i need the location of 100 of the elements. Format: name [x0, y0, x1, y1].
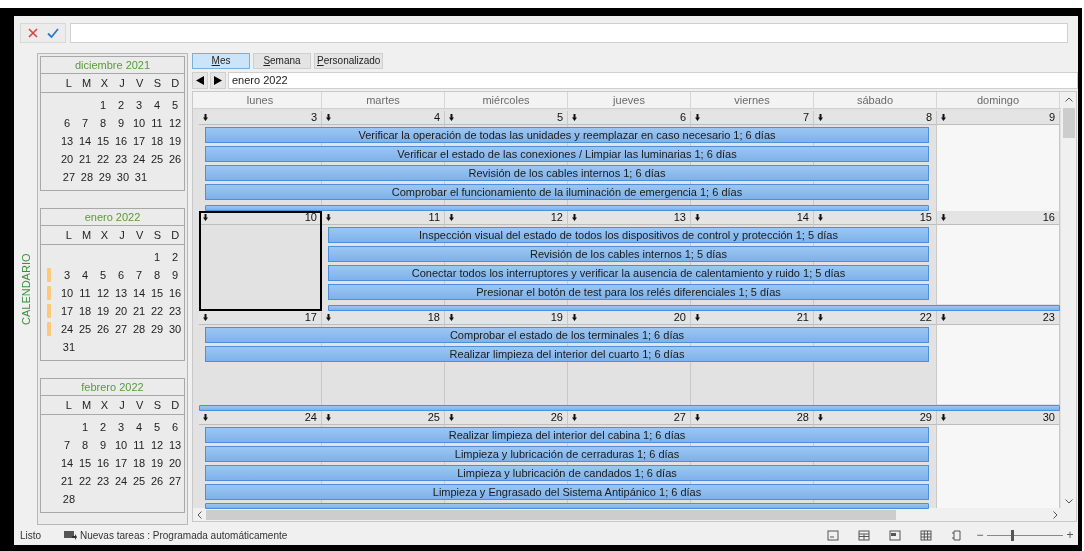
day-number[interactable]: 21 [130, 302, 148, 320]
scrollbar-thumb[interactable] [206, 509, 896, 520]
day-number[interactable]: 13 [166, 436, 184, 454]
day-number[interactable]: 24 [112, 472, 130, 490]
task-bar[interactable]: Presionar el botón de test para los relés diferenciales 1; 5 días [328, 284, 929, 300]
day-number[interactable]: 2 [112, 96, 130, 114]
task-bar[interactable] [205, 205, 929, 211]
day-header[interactable]: 15 [814, 211, 936, 225]
vertical-scrollbar[interactable] [1061, 92, 1076, 508]
task-bar[interactable]: Verificar el estado de las conexiones / Limpiar las luminarias 1; 6 días [205, 146, 929, 162]
day-number[interactable]: 2 [94, 418, 112, 436]
day-number[interactable]: 12 [166, 114, 184, 132]
day-number[interactable]: 4 [76, 266, 94, 284]
day-header[interactable]: 26 [445, 411, 567, 425]
day-number[interactable]: 10 [112, 436, 130, 454]
day-number[interactable]: 18 [130, 454, 148, 472]
day-number[interactable]: 4 [130, 418, 148, 436]
table-icon[interactable] [857, 529, 870, 541]
day-number[interactable]: 19 [166, 132, 184, 150]
zoom-out-button[interactable]: − [976, 529, 984, 541]
day-header[interactable]: 7 [691, 111, 813, 125]
day-number[interactable]: 23 [166, 302, 184, 320]
task-bar[interactable] [205, 503, 929, 509]
day-number[interactable]: 22 [148, 302, 166, 320]
day-number[interactable]: 18 [148, 132, 166, 150]
task-bar[interactable]: Realizar limpieza del interior del cuarto 1; 6 días [205, 346, 929, 362]
task-bar[interactable]: Limpieza y Engrasado del Sistema Antipánico 1; 6 días [205, 484, 929, 500]
day-number[interactable]: 29 [95, 168, 114, 186]
document-icon[interactable] [950, 529, 963, 541]
previous-button[interactable] [192, 71, 208, 89]
day-header[interactable]: 23 [937, 311, 1059, 325]
day-number[interactable]: 9 [112, 114, 130, 132]
task-bar[interactable]: Comprobar el funcionamiento de la iluminación de emergencia 1; 6 días [205, 184, 929, 200]
day-number[interactable]: 19 [148, 454, 166, 472]
day-number[interactable]: 14 [76, 132, 94, 150]
day-number[interactable]: 30 [113, 168, 132, 186]
task-bar[interactable]: Inspección visual del estado de todos los dispositivos de control y protección 1; 5 días [328, 227, 929, 243]
page-icon[interactable] [826, 529, 839, 541]
day-header[interactable]: 13 [568, 211, 690, 225]
day-number[interactable]: 12 [148, 436, 166, 454]
day-number[interactable]: 31 [131, 168, 150, 186]
day-header[interactable]: 14 [691, 211, 813, 225]
day-number[interactable]: 5 [166, 96, 184, 114]
day-header[interactable]: 19 [445, 311, 567, 325]
day-number[interactable]: 11 [130, 436, 148, 454]
day-number[interactable]: 20 [166, 454, 184, 472]
zoom-slider[interactable] [987, 529, 1063, 541]
day-number[interactable]: 15 [148, 284, 166, 302]
day-number[interactable]: 17 [112, 454, 130, 472]
day-number[interactable]: 15 [76, 454, 94, 472]
day-number[interactable]: 8 [94, 114, 112, 132]
day-number[interactable]: 29 [148, 320, 166, 338]
task-bar[interactable]: Comprobar el estado de los terminales 1; 6 días [205, 327, 929, 343]
day-header[interactable]: 27 [568, 411, 690, 425]
day-number[interactable]: 27 [166, 472, 184, 490]
day-number[interactable]: 13 [112, 284, 130, 302]
day-number[interactable]: 13 [58, 132, 76, 150]
task-bar[interactable] [328, 305, 1060, 311]
day-header[interactable]: 5 [445, 111, 567, 125]
day-number[interactable]: 1 [94, 96, 112, 114]
day-number[interactable]: 17 [130, 132, 148, 150]
day-number[interactable]: 1 [76, 418, 94, 436]
next-button[interactable] [210, 71, 226, 89]
task-bar[interactable] [199, 405, 1060, 411]
day-header[interactable]: 28 [691, 411, 813, 425]
day-number[interactable]: 9 [94, 436, 112, 454]
task-bar[interactable]: Verificar la operación de todas las unidades y reemplazar en caso necesario 1; 6 días [205, 127, 929, 143]
day-header[interactable]: 11 [322, 211, 444, 225]
day-number[interactable]: 10 [130, 114, 148, 132]
view-tab[interactable]: Semana [253, 53, 311, 69]
day-number[interactable]: 7 [76, 114, 94, 132]
day-number[interactable]: 11 [76, 284, 94, 302]
day-header[interactable]: 10 [199, 211, 321, 225]
day-header[interactable]: 16 [937, 211, 1059, 225]
day-cell[interactable]: 10 [199, 211, 322, 311]
day-number[interactable]: 28 [77, 168, 96, 186]
day-header[interactable]: 17 [199, 311, 321, 325]
day-header[interactable]: 21 [691, 311, 813, 325]
zoom-in-button[interactable]: + [1066, 529, 1074, 541]
day-number[interactable]: 11 [148, 114, 166, 132]
day-number[interactable]: 5 [148, 418, 166, 436]
day-number[interactable]: 8 [148, 266, 166, 284]
slider-thumb[interactable] [1011, 529, 1015, 541]
day-number[interactable]: 27 [59, 168, 78, 186]
day-number[interactable]: 25 [148, 150, 166, 168]
task-bar[interactable]: Limpieza y lubricación de cerraduras 1; 6 días [205, 446, 929, 462]
day-number[interactable]: 17 [58, 302, 76, 320]
cancel-button[interactable] [26, 26, 40, 40]
day-number[interactable]: 16 [112, 132, 130, 150]
day-number[interactable]: 20 [58, 150, 76, 168]
day-number[interactable]: 12 [94, 284, 112, 302]
day-number[interactable]: 27 [112, 320, 130, 338]
day-header[interactable]: 29 [814, 411, 936, 425]
day-number[interactable]: 28 [130, 320, 148, 338]
grid-icon[interactable] [919, 529, 932, 541]
day-number[interactable]: 3 [130, 96, 148, 114]
day-number[interactable]: 26 [94, 320, 112, 338]
day-header[interactable]: 25 [322, 411, 444, 425]
day-header[interactable]: 24 [199, 411, 321, 425]
task-bar[interactable]: Revisión de los cables internos 1; 6 días [205, 165, 929, 181]
